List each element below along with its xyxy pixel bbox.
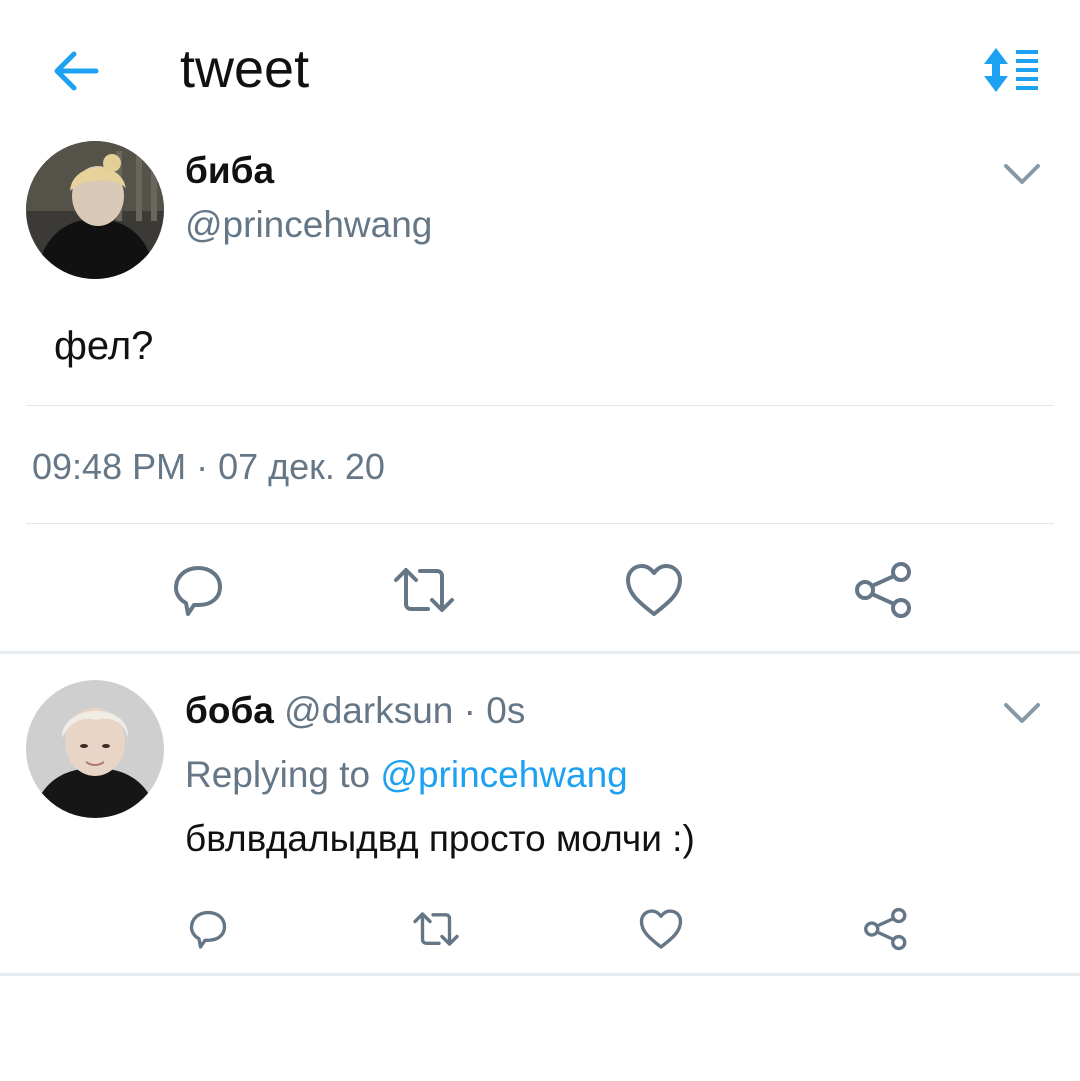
author-name[interactable]: биба [185, 150, 274, 192]
section-separator [0, 973, 1080, 976]
replying-to-link[interactable]: @princehwang [380, 754, 627, 795]
replying-to: Replying to @princehwang [185, 754, 628, 796]
reply-icon[interactable] [184, 905, 232, 953]
avatar-photo [26, 141, 164, 279]
reply-text: бвлвдалыдвд просто молчи :) [185, 818, 695, 859]
reply-icon[interactable] [166, 558, 230, 622]
retweet-icon[interactable] [412, 905, 460, 953]
chevron-down-icon[interactable] [1000, 697, 1044, 729]
section-separator [0, 651, 1080, 654]
chevron-down-icon[interactable] [1000, 158, 1044, 190]
reply-author-name[interactable]: боба [185, 690, 274, 731]
retweet-icon[interactable] [392, 558, 456, 622]
divider [26, 523, 1054, 524]
replying-to-label: Replying to [185, 754, 371, 795]
like-icon[interactable] [637, 905, 685, 953]
reply-author-handle[interactable]: @darksun [284, 690, 453, 731]
avatar[interactable] [26, 680, 164, 818]
page-title: tweet [180, 39, 310, 99]
share-icon[interactable] [852, 558, 916, 622]
tweet-timestamp: 09:48 PM · 07 дек. 20 [32, 446, 385, 487]
tweet-text: фел? [54, 324, 154, 368]
divider [26, 405, 1054, 406]
reply-age: · 0s [463, 690, 526, 731]
top-app-bar: tweet [0, 0, 1080, 140]
avatar[interactable] [26, 141, 164, 279]
reply-header: боба @darksun · 0s [185, 690, 525, 732]
back-arrow-icon[interactable] [48, 44, 102, 98]
author-handle[interactable]: @princehwang [185, 204, 432, 246]
sort-icon[interactable] [982, 46, 1042, 94]
like-icon[interactable] [622, 558, 686, 622]
avatar-photo [26, 680, 164, 818]
share-icon[interactable] [862, 905, 910, 953]
